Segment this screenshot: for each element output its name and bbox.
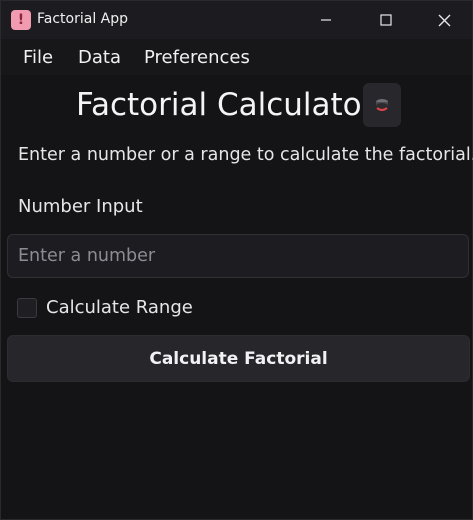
- minimize-button[interactable]: [297, 1, 355, 39]
- app-window: ! Factorial App File Data Preferences Fa…: [0, 0, 473, 520]
- maximize-icon: [380, 14, 392, 26]
- minimize-icon: [321, 19, 331, 21]
- heading-row: Factorial Calculator: [1, 83, 472, 129]
- calculate-range-label[interactable]: Calculate Range: [46, 297, 193, 318]
- theme-toggle-icon: [376, 99, 388, 111]
- window-title: Factorial App: [37, 11, 129, 27]
- instruction-text: Enter a number or a range to calculate t…: [18, 145, 473, 165]
- menu-file[interactable]: File: [23, 47, 53, 68]
- page-title: Factorial Calculator: [76, 87, 375, 123]
- calculate-factorial-label: Calculate Factorial: [149, 348, 328, 369]
- menu-data[interactable]: Data: [78, 47, 121, 68]
- calculate-range-checkbox[interactable]: [17, 298, 37, 318]
- close-button[interactable]: [415, 1, 473, 39]
- calculate-factorial-button[interactable]: Calculate Factorial: [7, 335, 470, 382]
- title-bar[interactable]: ! Factorial App: [1, 1, 472, 39]
- app-icon: !: [11, 10, 31, 30]
- maximize-button[interactable]: [357, 1, 415, 39]
- menu-bar: File Data Preferences: [1, 39, 472, 75]
- menu-preferences[interactable]: Preferences: [144, 47, 250, 68]
- number-input[interactable]: [7, 234, 469, 278]
- theme-toggle-button[interactable]: [363, 83, 401, 127]
- close-icon: [438, 14, 450, 26]
- number-input-label: Number Input: [18, 196, 143, 217]
